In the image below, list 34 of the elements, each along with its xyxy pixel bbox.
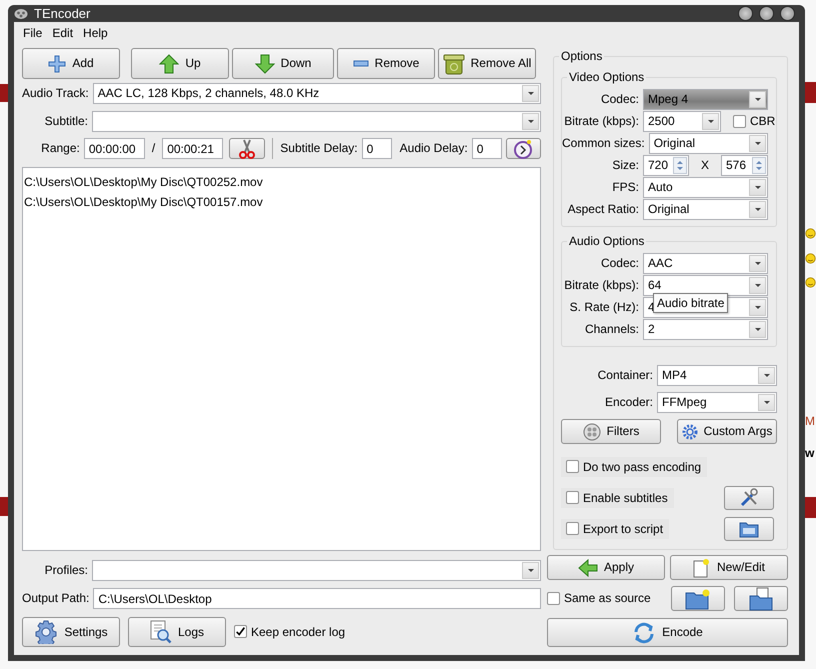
field-label: Audio Track: (22, 86, 89, 101)
group-title: Options (559, 49, 604, 64)
tooltip: Audio bitrate (653, 293, 728, 314)
group-title: Audio Options (567, 234, 646, 248)
checkbox-label: Enable subtitles (583, 490, 668, 506)
checkbox-label: Keep encoder log (251, 624, 346, 640)
field-label: Bitrate (kbps): (563, 278, 639, 293)
field-label: FPS: (611, 180, 639, 195)
checkbox-label: Do two pass encoding (583, 460, 702, 474)
checkbox-label: Same as source (564, 591, 651, 606)
field-label: Common sizes: (562, 136, 645, 151)
field-label: Bitrate (kbps): (563, 114, 639, 129)
page-text: w (805, 446, 814, 460)
checkbox-label: Export to script (583, 522, 664, 536)
field-label: Subtitle Delay: (280, 141, 358, 156)
field-label: S. Rate (Hz): (568, 300, 639, 315)
checkbox-label: CBR (750, 114, 776, 129)
field-label: Container: (596, 368, 653, 383)
field-label: Audio Delay: (400, 141, 468, 156)
page-text: M (805, 414, 815, 428)
field-label: Range: (40, 141, 80, 156)
range-separator: / (152, 141, 156, 156)
field-label: Size: (611, 158, 639, 173)
field-label: Subtitle: (44, 114, 88, 129)
field-label: Encoder: (604, 395, 653, 410)
field-label: Aspect Ratio: (566, 202, 639, 217)
field-label: Profiles: (44, 563, 88, 578)
field-label: Channels: (584, 322, 639, 337)
group-title: Video Options (567, 70, 646, 84)
window-title: TEncoder (34, 6, 90, 22)
size-separator: X (700, 158, 709, 173)
field-label: Codec: (600, 92, 639, 107)
field-label: Codec: (600, 256, 639, 271)
field-label: Output Path: (22, 591, 90, 606)
